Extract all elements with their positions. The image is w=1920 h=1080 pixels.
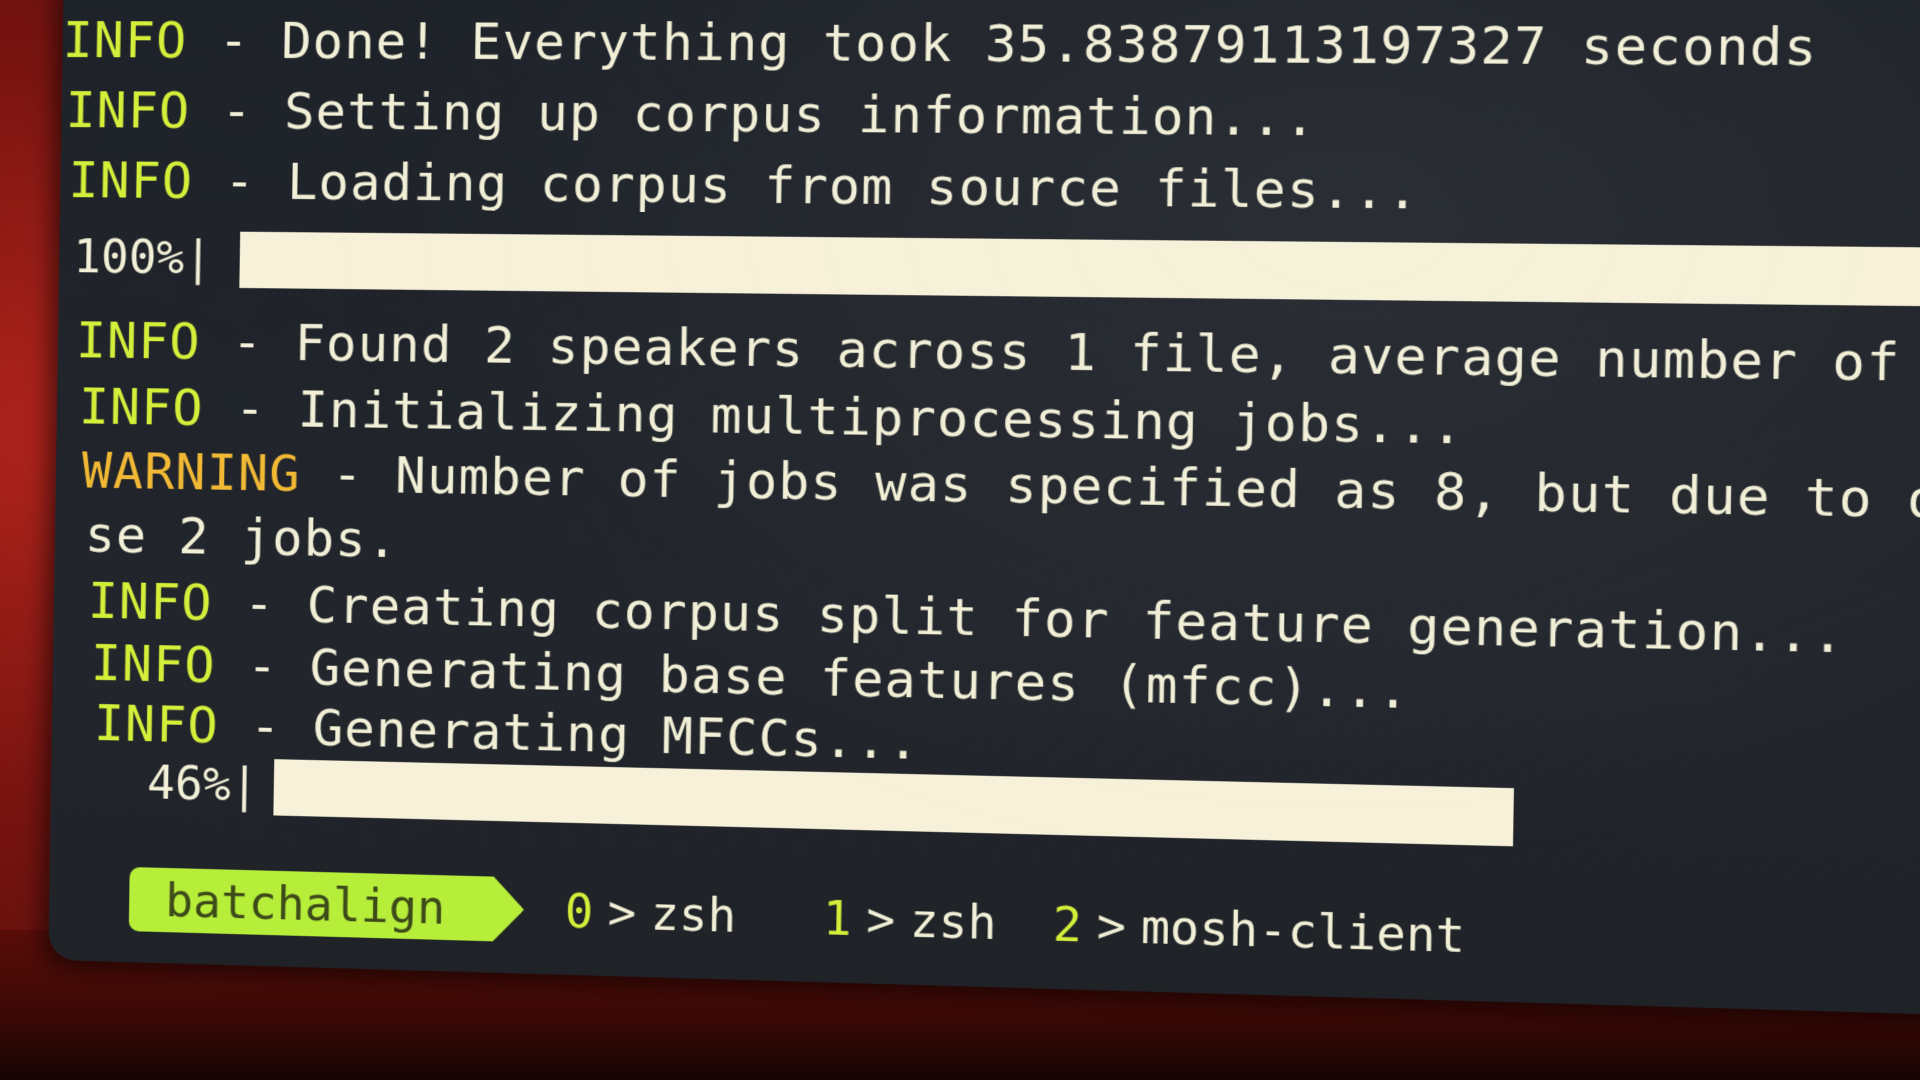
log-separator: -: [189, 81, 285, 141]
window-name: mosh-client: [1140, 898, 1466, 964]
log-separator: -: [186, 11, 282, 71]
log-line: INFO - Done! Everything took 35.83879113…: [62, 10, 1818, 79]
chevron-right-icon: >: [607, 884, 637, 941]
log-message: se 2 jobs.: [84, 505, 399, 570]
log-line: INFO - Loading corpus from source files.…: [68, 150, 1420, 222]
session-arrow-icon: [492, 876, 525, 943]
tmux-window-2[interactable]: 2 > mosh-client: [1052, 891, 1466, 968]
log-message: Generating MFCCs...: [312, 698, 921, 772]
log-message: Found 2 speakers across 1 file, average …: [294, 313, 1901, 394]
window-index: 2: [1052, 896, 1083, 953]
tmux-window-1[interactable]: 1 > zsh: [822, 885, 997, 955]
log-separator: -: [215, 636, 311, 697]
log-message: Initializing multiprocessing jobs...: [297, 380, 1465, 456]
chevron-right-icon: >: [1096, 897, 1127, 954]
log-separator: -: [200, 312, 296, 373]
window-index: 0: [564, 883, 594, 940]
log-level: INFO: [87, 571, 214, 633]
log-message: Number of jobs was specified as 8, but d…: [394, 446, 1920, 531]
log-message: Setting up corpus information...: [283, 82, 1318, 148]
log-separator: -: [300, 444, 396, 505]
log-line: se 2 jobs.: [84, 504, 398, 570]
log-message: Done! Everything took 35.83879113197327 …: [280, 11, 1819, 78]
progress-label: 100%|: [72, 229, 213, 285]
terminal-window[interactable]: INFO - Done! Everything took 35.83879113…: [48, 0, 1920, 1018]
tmux-window-0[interactable]: 0 > zsh: [564, 878, 736, 948]
log-level: INFO: [68, 151, 194, 211]
log-separator: -: [212, 573, 308, 635]
log-message: Loading corpus from source files...: [286, 152, 1421, 221]
progress-fill: [273, 759, 1514, 847]
log-separator: -: [218, 696, 314, 758]
window-index: 1: [822, 890, 853, 947]
tmux-status-bar: batchalign 0 > zsh 1 > zsh 2 > mosh-client: [128, 866, 1466, 963]
log-level: INFO: [65, 81, 191, 140]
log-level: WARNING: [81, 441, 302, 504]
log-level: INFO: [78, 377, 205, 438]
window-name: zsh: [650, 885, 737, 944]
log-level: INFO: [93, 693, 220, 755]
progress-label: 46%|: [146, 755, 259, 813]
chevron-right-icon: >: [865, 891, 896, 948]
window-name: zsh: [909, 892, 998, 951]
log-separator: -: [203, 378, 299, 439]
log-level: INFO: [90, 633, 217, 695]
log-level: INFO: [62, 10, 188, 70]
progress-fill: [239, 231, 1920, 308]
log-line: INFO - Setting up corpus information...: [65, 80, 1317, 149]
log-level: INFO: [75, 311, 202, 371]
log-separator: -: [192, 151, 288, 211]
tmux-session-name[interactable]: batchalign: [128, 866, 494, 942]
photo: INFO - Done! Everything took 35.83879113…: [0, 0, 1920, 1080]
